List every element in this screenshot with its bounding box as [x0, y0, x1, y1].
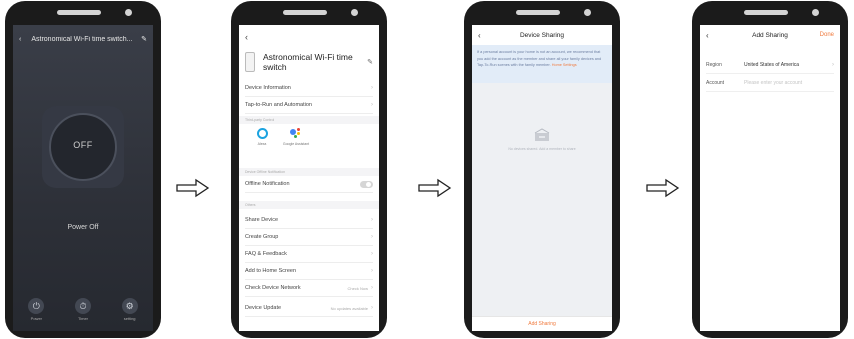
- camera: [812, 9, 819, 16]
- assistant-list: Alexa Google Assistant: [245, 128, 373, 160]
- row-tap-to-run[interactable]: Tap-to-Run and Automation ›: [245, 97, 373, 114]
- power-label: OFF: [73, 140, 93, 150]
- camera: [351, 9, 358, 16]
- done-button[interactable]: Done: [820, 32, 834, 38]
- row-check-device-network[interactable]: Check Device Network Check Now ›: [245, 280, 373, 297]
- row-faq-feedback[interactable]: FAQ & Feedback ›: [245, 246, 373, 263]
- timer-icon: ⏱: [74, 298, 91, 314]
- page-title: Device Sharing: [519, 31, 565, 39]
- arrow-right-icon: [176, 178, 210, 198]
- row-device-information[interactable]: Device Information ›: [245, 80, 373, 97]
- info-banner: If a personal account is your home is no…: [472, 45, 612, 83]
- arrow-right-icon: [646, 178, 680, 198]
- account-field[interactable]: Account Please enter your account: [706, 75, 834, 92]
- edit-icon[interactable]: ✎: [367, 58, 373, 66]
- power-control-card[interactable]: OFF: [42, 106, 124, 188]
- power-icon: ⏻: [28, 298, 45, 314]
- phone-frame-4: ‹ Add Sharing Done Region United States …: [692, 1, 848, 338]
- row-offline-notification: Offline Notification: [245, 176, 373, 193]
- chevron-right-icon: ›: [832, 62, 834, 68]
- chevron-right-icon: ›: [371, 234, 373, 240]
- device-control-screen: ‹ Astronomical Wi-Fi time switch... ✎ OF…: [13, 25, 153, 331]
- section-offline: Device Offline Notification: [239, 168, 379, 176]
- row-add-home-screen[interactable]: Add to Home Screen ›: [245, 263, 373, 280]
- empty-box-icon: [534, 128, 550, 141]
- device-title: Astronomical Wi-Fi time switch...: [31, 35, 133, 43]
- account-input[interactable]: Please enter your account: [744, 80, 834, 86]
- chevron-right-icon: ›: [371, 268, 373, 274]
- add-sharing-button[interactable]: Add Sharing: [472, 316, 612, 331]
- section-others: Others: [239, 201, 379, 209]
- plug-icon: [245, 52, 255, 72]
- speaker-grille: [57, 10, 101, 15]
- home-settings-link[interactable]: Home Settings: [552, 63, 577, 67]
- settings-icon: ⚙: [121, 298, 138, 314]
- row-share-device[interactable]: Share Device ›: [245, 212, 373, 229]
- add-sharing-screen: ‹ Add Sharing Done Region United States …: [700, 25, 840, 331]
- speaker-grille: [283, 10, 327, 15]
- back-icon[interactable]: ‹: [19, 36, 21, 43]
- chevron-right-icon: ›: [371, 305, 373, 311]
- chevron-right-icon: ›: [371, 85, 373, 91]
- camera: [584, 9, 591, 16]
- chevron-right-icon: ›: [371, 217, 373, 223]
- speaker-grille: [744, 10, 788, 15]
- power-toggle-button[interactable]: OFF: [49, 113, 117, 181]
- bottom-toolbar: ⏻ Power ⏱ Timer ⚙ setting: [13, 298, 153, 321]
- speaker-grille: [516, 10, 560, 15]
- region-field[interactable]: Region United States of America ›: [706, 57, 834, 74]
- camera: [125, 9, 132, 16]
- alexa-icon: [256, 128, 268, 139]
- empty-state-text: No devices shared. Add a member to share: [508, 147, 576, 151]
- power-state-text: Power Off: [67, 224, 99, 231]
- timer-tab[interactable]: ⏱ Timer: [74, 298, 91, 321]
- header: ‹ Add Sharing Done: [700, 25, 840, 45]
- phone-frame-1: ‹ Astronomical Wi-Fi time switch... ✎ OF…: [5, 1, 161, 338]
- arrow-right-icon: [418, 178, 452, 198]
- chevron-right-icon: ›: [371, 285, 373, 291]
- chevron-right-icon: ›: [371, 102, 373, 108]
- edit-icon[interactable]: ✎: [141, 35, 147, 43]
- section-third-party: Third-party Control: [239, 116, 379, 124]
- device-sharing-screen: ‹ Device Sharing If a personal account i…: [472, 25, 612, 331]
- header: ‹ Device Sharing: [472, 25, 612, 45]
- phone-frame-2: ‹ Astronomical Wi-Fi time switch ✎ Devic…: [231, 1, 387, 338]
- back-icon[interactable]: ‹: [245, 32, 248, 42]
- row-create-group[interactable]: Create Group ›: [245, 229, 373, 246]
- row-device-update[interactable]: Device Update No updates available ›: [245, 300, 373, 317]
- offline-notification-toggle[interactable]: [360, 180, 373, 188]
- setting-tab[interactable]: ⚙ setting: [121, 298, 138, 321]
- phone-frame-3: ‹ Device Sharing If a personal account i…: [464, 1, 620, 338]
- power-tab[interactable]: ⏻ Power: [28, 298, 45, 321]
- chevron-right-icon: ›: [371, 251, 373, 257]
- device-settings-screen: ‹ Astronomical Wi-Fi time switch ✎ Devic…: [239, 25, 379, 331]
- google-assistant-item[interactable]: Google Assistant: [279, 128, 313, 160]
- alexa-item[interactable]: Alexa: [245, 128, 279, 160]
- top-bar: ‹ Astronomical Wi-Fi time switch... ✎: [19, 33, 147, 45]
- device-name: Astronomical Wi-Fi time switch: [263, 52, 353, 72]
- google-assistant-icon: [290, 128, 302, 139]
- device-header: Astronomical Wi-Fi time switch ✎: [245, 48, 373, 76]
